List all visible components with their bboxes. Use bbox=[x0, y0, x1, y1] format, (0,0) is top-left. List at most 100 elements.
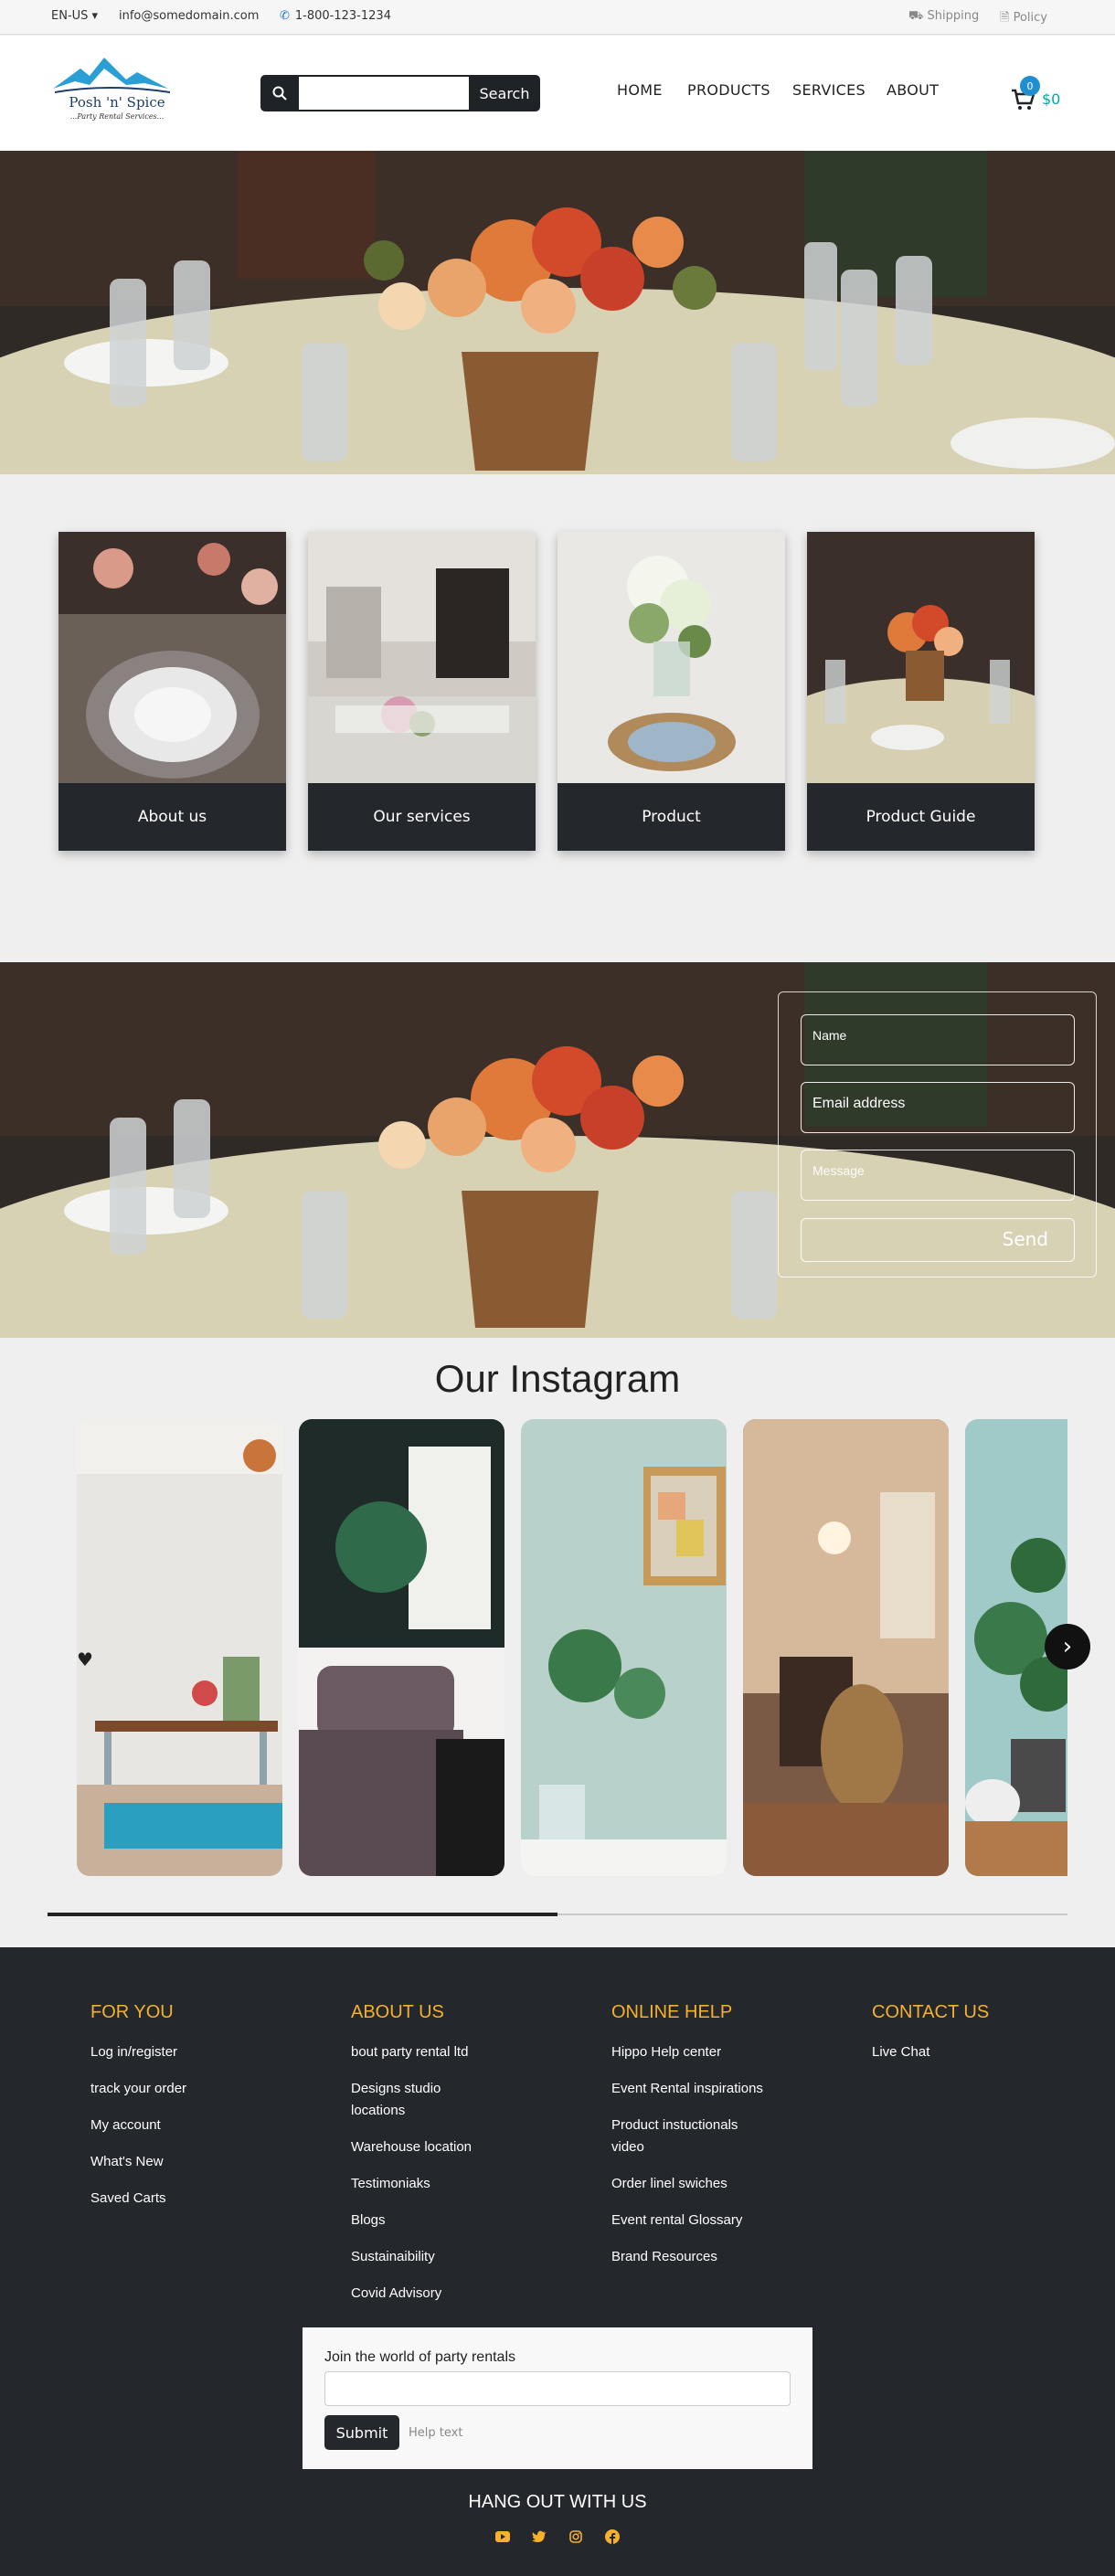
nav-services[interactable]: SERVICES bbox=[792, 81, 865, 99]
footer-link[interactable]: Warehouse location bbox=[351, 2136, 488, 2158]
footer-link[interactable]: Saved Carts bbox=[90, 2188, 273, 2210]
facebook-icon[interactable] bbox=[603, 2528, 621, 2546]
instagram-title: Our Instagram bbox=[434, 1357, 681, 1400]
footer-link[interactable]: Brand Resources bbox=[611, 2246, 767, 2268]
footer-link[interactable]: Product instuctionals video bbox=[611, 2115, 767, 2158]
card-label: Our services bbox=[308, 783, 536, 851]
newsletter-email-input[interactable] bbox=[324, 2371, 791, 2406]
language-selector[interactable]: EN-US ▾ bbox=[51, 9, 98, 23]
footer-link[interactable]: Designs studio locations bbox=[351, 2078, 488, 2122]
instagram-post[interactable] bbox=[299, 1419, 504, 1876]
top-bar: EN-US ▾ info@somedomain.com ✆ 1-800-123-1… bbox=[0, 0, 1115, 35]
policy-link[interactable]: 🗎 Policy bbox=[1000, 9, 1047, 29]
footer-heading: FOR YOU bbox=[90, 2002, 174, 2022]
card-label: Product bbox=[558, 783, 785, 851]
hero-banner bbox=[0, 151, 1115, 474]
footer-link[interactable]: Blogs bbox=[351, 2210, 488, 2231]
card-our-services[interactable]: Our services bbox=[308, 532, 536, 851]
document-icon: 🗎 bbox=[1000, 11, 1010, 25]
instagram-post[interactable] bbox=[743, 1419, 949, 1876]
message-field[interactable]: Message bbox=[801, 1150, 1075, 1201]
email-field[interactable]: Email address bbox=[801, 1082, 1075, 1133]
footer-link[interactable]: Event Rental inspirations bbox=[611, 2078, 767, 2100]
card-label: About us bbox=[58, 783, 286, 851]
carousel-next-button[interactable]: › bbox=[1045, 1624, 1090, 1670]
card-product-guide[interactable]: Product Guide bbox=[807, 532, 1035, 851]
instagram-icon[interactable] bbox=[567, 2528, 585, 2546]
instagram-carousel[interactable] bbox=[77, 1419, 1067, 1876]
name-field[interactable]: Name bbox=[801, 1014, 1075, 1065]
footer-link[interactable]: Sustainaibility bbox=[351, 2246, 488, 2268]
brand-tagline: ...Party Rental Services... bbox=[69, 112, 165, 121]
site-footer: FOR YOU Log in/register track your order… bbox=[0, 1947, 1115, 2576]
social-links bbox=[494, 2528, 621, 2546]
newsletter-label: Join the world of party rentals bbox=[324, 2349, 515, 2365]
phone-icon: ✆ bbox=[280, 9, 290, 23]
footer-link[interactable]: track your order bbox=[90, 2078, 273, 2100]
hangout-heading: HANG OUT WITH US bbox=[468, 2492, 647, 2512]
brand-name: Posh 'n' Spice bbox=[69, 94, 165, 111]
footer-column-for-you: FOR YOU Log in/register track your order… bbox=[90, 2002, 273, 2224]
logo[interactable]: Posh 'n' Spice ...Party Rental Services.… bbox=[53, 56, 176, 131]
search-button[interactable]: Search bbox=[469, 75, 540, 111]
phone-number: 1-800-123-1234 bbox=[294, 9, 391, 23]
chevron-right-icon: › bbox=[1062, 1633, 1073, 1660]
phone-link[interactable]: ✆ 1-800-123-1234 bbox=[280, 9, 391, 23]
footer-link[interactable]: Log in/register bbox=[90, 2041, 273, 2063]
heart-icon[interactable]: ♥ bbox=[77, 1648, 93, 1670]
product-image bbox=[558, 532, 785, 783]
search-input[interactable] bbox=[299, 77, 469, 110]
youtube-icon[interactable] bbox=[494, 2528, 512, 2546]
carousel-progress-fill bbox=[48, 1913, 558, 1916]
card-about-us[interactable]: About us bbox=[58, 532, 286, 851]
cart-button[interactable]: 0 $0 bbox=[1011, 76, 1066, 112]
footer-heading: ABOUT US bbox=[351, 2002, 444, 2022]
hero-image bbox=[0, 151, 1115, 474]
nav-home[interactable]: HOME bbox=[617, 81, 663, 99]
footer-link[interactable]: Order linel swiches bbox=[611, 2173, 767, 2195]
send-button[interactable]: Send bbox=[801, 1218, 1075, 1262]
nav-about[interactable]: ABOUT bbox=[887, 81, 939, 99]
cart-count-badge: 0 bbox=[1020, 76, 1040, 96]
footer-heading: ONLINE HELP bbox=[611, 2002, 733, 2022]
help-text: Help text bbox=[409, 2426, 463, 2440]
about-us-image bbox=[58, 532, 286, 783]
newsletter-box: Join the world of party rentals Submit H… bbox=[303, 2327, 812, 2469]
cart-amount: $0 bbox=[1042, 90, 1061, 108]
card-product[interactable]: Product bbox=[558, 532, 785, 851]
product-guide-image bbox=[807, 532, 1035, 783]
instagram-post[interactable] bbox=[77, 1419, 282, 1876]
instagram-post[interactable] bbox=[521, 1419, 727, 1876]
footer-link[interactable]: Live Chat bbox=[872, 2041, 1055, 2063]
email-link[interactable]: info@somedomain.com bbox=[119, 9, 259, 23]
card-label: Product Guide bbox=[807, 783, 1035, 851]
footer-link[interactable]: Event rental Glossary bbox=[611, 2210, 767, 2231]
nav-products[interactable]: PRODUCTS bbox=[687, 81, 770, 99]
footer-column-online-help: ONLINE HELP Hippo Help center Event Rent… bbox=[611, 2002, 767, 2283]
footer-heading: CONTACT US bbox=[872, 2002, 990, 2022]
language-label: EN-US bbox=[51, 9, 89, 23]
our-services-image bbox=[308, 532, 536, 783]
footer-column-contact-us: CONTACT US Live Chat bbox=[872, 2002, 1055, 2078]
footer-column-about-us: ABOUT US bout party rental ltd Designs s… bbox=[351, 2002, 488, 2319]
footer-link[interactable]: My account bbox=[90, 2115, 273, 2136]
shipping-label: Shipping bbox=[927, 9, 980, 23]
twitter-icon[interactable] bbox=[530, 2528, 548, 2546]
site-header: Posh 'n' Spice ...Party Rental Services.… bbox=[0, 36, 1115, 151]
category-cards-section: About us Our services Product Product Gu… bbox=[0, 475, 1115, 961]
search-bar: Search bbox=[260, 75, 540, 111]
policy-label: Policy bbox=[1013, 11, 1047, 25]
search-icon[interactable] bbox=[260, 75, 299, 111]
contact-section: Name Email address Message Send bbox=[0, 962, 1115, 1338]
chevron-down-icon: ▾ bbox=[91, 9, 99, 23]
footer-link[interactable]: bout party rental ltd bbox=[351, 2041, 488, 2063]
submit-button[interactable]: Submit bbox=[324, 2415, 399, 2450]
truck-icon: ⛟ bbox=[908, 9, 924, 23]
footer-link[interactable]: Hippo Help center bbox=[611, 2041, 767, 2063]
footer-link[interactable]: Testimoniaks bbox=[351, 2173, 488, 2195]
contact-form: Name Email address Message Send bbox=[778, 991, 1097, 1277]
footer-link[interactable]: What's New bbox=[90, 2151, 273, 2173]
footer-link[interactable]: Covid Advisory bbox=[351, 2283, 488, 2305]
carousel-progress bbox=[48, 1913, 1067, 1916]
shipping-link[interactable]: ⛟ Shipping bbox=[908, 9, 979, 25]
